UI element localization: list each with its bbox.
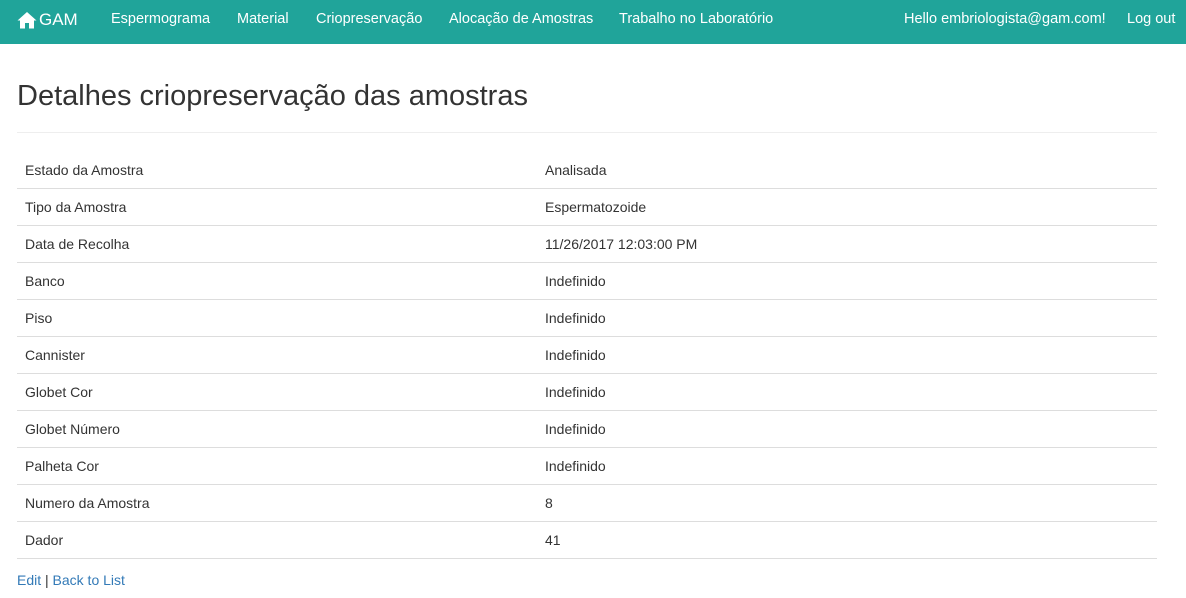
detail-row-tipo: Tipo da Amostra Espermatozoide [17,189,1157,226]
detail-label: Globet Cor [25,384,93,400]
detail-value: Indefinido [545,384,606,400]
detail-row-cannister: Cannister Indefinido [17,337,1157,374]
user-greeting-link[interactable]: Hello embriologista@gam.com! [904,11,1106,28]
detail-row-globet-cor: Globet Cor Indefinido [17,374,1157,411]
detail-row-piso: Piso Indefinido [17,300,1157,337]
details-table: Estado da Amostra Analisada Tipo da Amos… [17,152,1157,559]
detail-label: Tipo da Amostra [25,199,127,215]
detail-value: Indefinido [545,458,606,474]
detail-row-palheta-cor: Palheta Cor Indefinido [17,448,1157,485]
title-divider [17,132,1157,133]
detail-value: Indefinido [545,421,606,437]
page-title: Detalhes criopreservação das amostras [17,80,528,112]
nav-item-criopreservacao[interactable]: Criopreservação [316,11,422,28]
detail-label: Numero da Amostra [25,495,150,511]
home-icon [17,11,37,29]
detail-row-data-recolha: Data de Recolha 11/26/2017 12:03:00 PM [17,226,1157,263]
edit-link[interactable]: Edit [17,572,41,588]
nav-item-material[interactable]: Material [237,11,289,28]
link-separator: | [45,572,49,588]
detail-value: Indefinido [545,273,606,289]
detail-label: Piso [25,310,53,326]
back-to-list-link[interactable]: Back to List [53,572,125,588]
detail-value: Indefinido [545,310,606,326]
detail-label: Palheta Cor [25,458,99,474]
detail-value: 11/26/2017 12:03:00 PM [545,236,698,252]
detail-row-estado: Estado da Amostra Analisada [17,152,1157,189]
detail-value: 41 [545,532,561,548]
brand-link[interactable]: GAM [17,0,78,40]
detail-label: Dador [25,532,64,548]
detail-label: Estado da Amostra [25,162,144,178]
nav-item-trabalho-laboratorio[interactable]: Trabalho no Laboratório [619,11,773,28]
detail-row-banco: Banco Indefinido [17,263,1157,300]
nav-item-alocacao-amostras[interactable]: Alocação de Amostras [449,11,593,28]
detail-row-globet-numero: Globet Número Indefinido [17,411,1157,448]
detail-label: Globet Número [25,421,120,437]
detail-label: Banco [25,273,65,289]
nav-item-espermograma[interactable]: Espermograma [111,11,210,28]
logout-link[interactable]: Log out [1127,11,1175,28]
detail-value: Analisada [545,162,607,178]
action-links: Edit | Back to List [17,572,125,588]
detail-value: Espermatozoide [545,199,647,215]
top-navbar: GAM Espermograma Material Criopreservaçã… [0,0,1186,44]
detail-row-numero-amostra: Numero da Amostra 8 [17,485,1157,522]
detail-row-dador: Dador 41 [17,522,1157,559]
detail-value: Indefinido [545,347,606,363]
detail-label: Data de Recolha [25,236,130,252]
brand-name: GAM [39,10,78,29]
detail-value: 8 [545,495,553,511]
detail-label: Cannister [25,347,85,363]
